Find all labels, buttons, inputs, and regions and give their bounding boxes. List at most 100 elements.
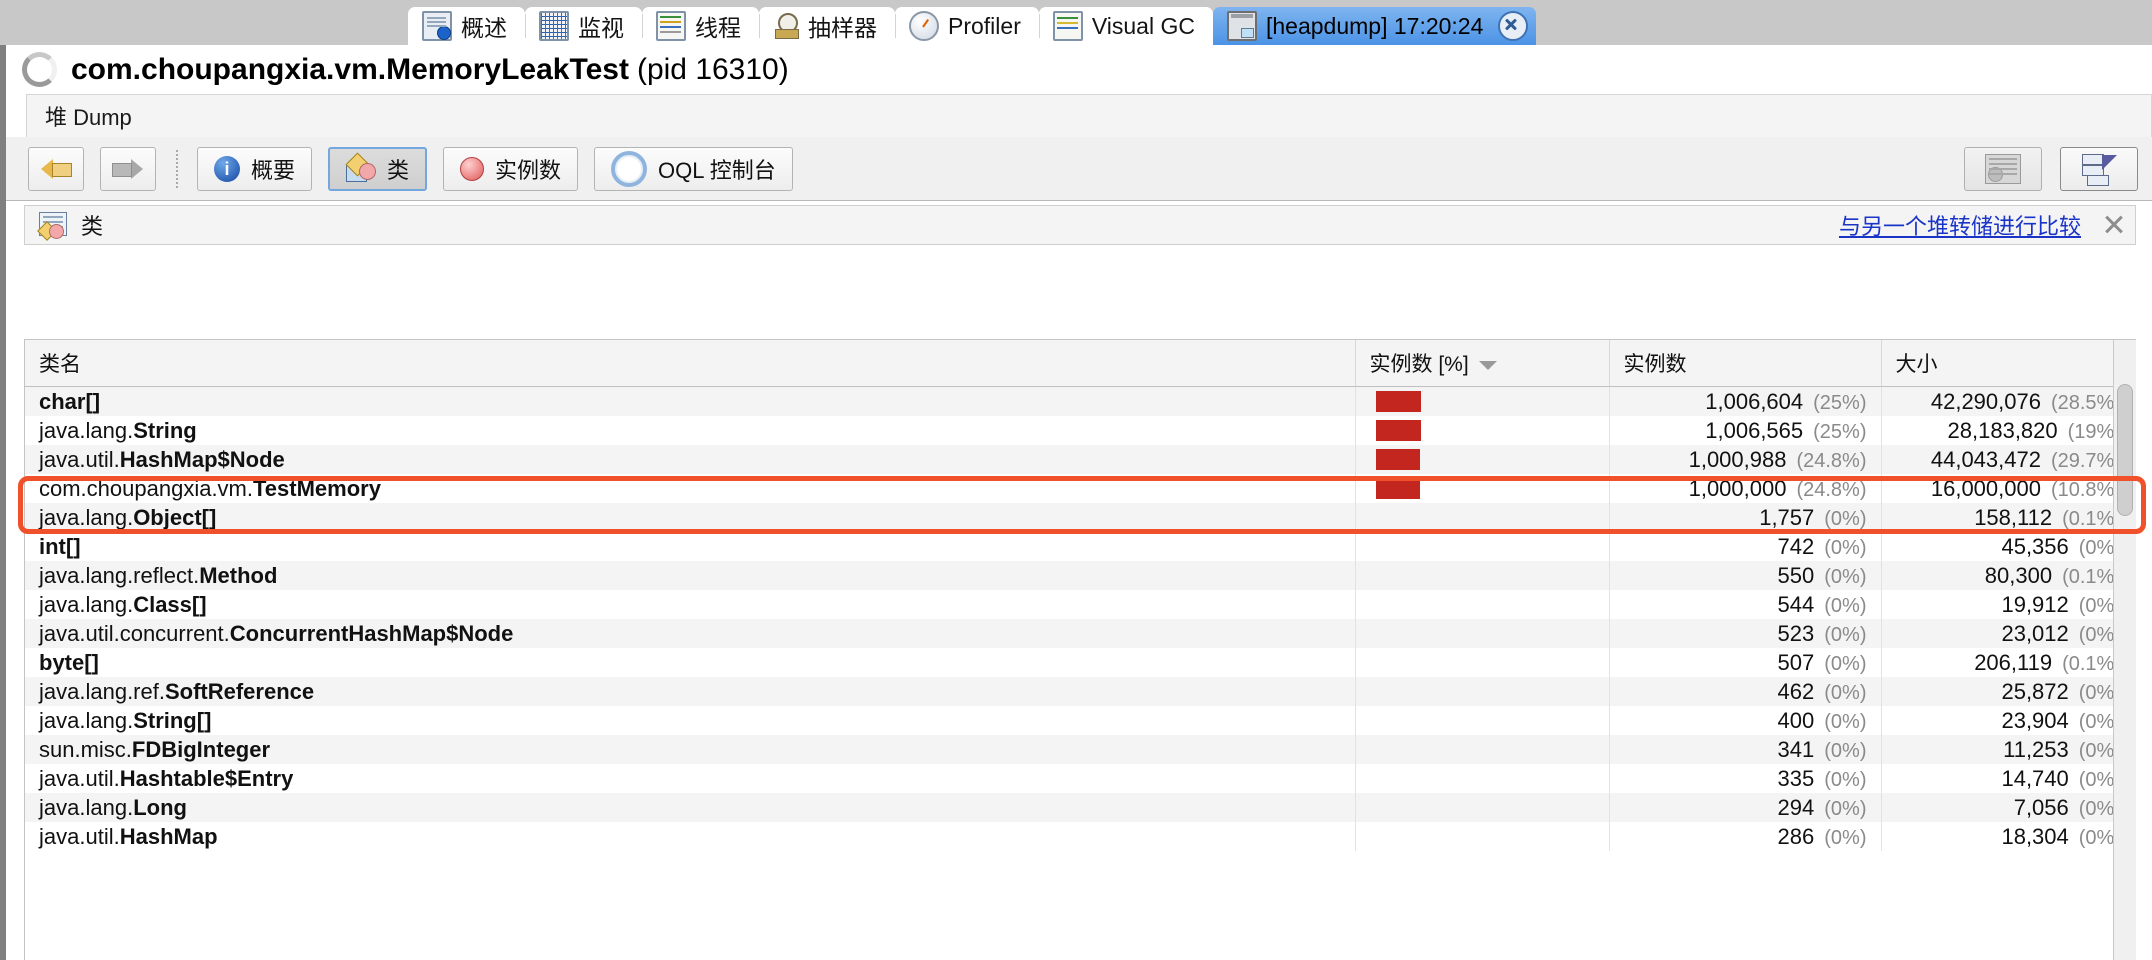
loading-spinner-icon	[22, 52, 57, 87]
table-row[interactable]: java.lang.Class[] 544 (0%) 19,912 (0%)	[25, 590, 2136, 619]
toolbar-separator	[176, 149, 179, 188]
tab-overview[interactable]: 概述	[408, 7, 525, 45]
cell-size: 44,043,472 (29.7%)	[1881, 445, 2136, 474]
tab-heapdump[interactable]: [heapdump] 17:20:24	[1212, 7, 1537, 45]
cell-instances-count: 507 (0%)	[1609, 648, 1882, 677]
back-button[interactable]	[28, 146, 84, 191]
close-icon[interactable]	[1498, 11, 1529, 41]
cell-size: 25,872 (0%)	[1881, 677, 2136, 706]
cell-class-name: java.lang.String	[25, 416, 1356, 445]
cell-instances-count: 335 (0%)	[1609, 764, 1882, 793]
summary-button-label: 概要	[251, 157, 296, 183]
column-header-class-name[interactable]: 类名	[25, 340, 1356, 387]
cell-instances-count: 1,757 (0%)	[1609, 503, 1882, 532]
classes-button-label: 类	[387, 157, 410, 183]
sort-caret-icon	[1478, 360, 1497, 370]
cell-class-name: com.choupangxia.vm.TestMemory	[25, 474, 1356, 503]
cell-instances-count: 400 (0%)	[1609, 706, 1882, 735]
cell-class-name: char[]	[25, 386, 1356, 416]
cell-instances-bar	[1355, 532, 1610, 561]
forward-button[interactable]	[100, 146, 156, 191]
table-row[interactable]: java.lang.Long 294 (0%) 7,056 (0%)	[25, 793, 2136, 822]
table-row[interactable]: com.choupangxia.vm.TestMemory 1,000,000 (2…	[25, 474, 2136, 503]
classes-icon	[345, 151, 377, 182]
classes-button[interactable]: 类	[328, 146, 428, 191]
tab-sampler[interactable]: 抽样器	[759, 7, 895, 45]
table-row[interactable]: java.util.concurrent.ConcurrentHashMap$N…	[25, 619, 2136, 648]
classes-table: 类名 实例数 [%] 实例数 大小 char[] 1,006,604 (25%) 42…	[25, 340, 2136, 851]
table-row[interactable]: java.lang.Object[] 1,757 (0%) 158,112 (0.1%)	[25, 503, 2136, 532]
subtab-heap-dump-label: 堆 Dump	[45, 105, 132, 130]
heapdump-icon	[1226, 11, 1257, 41]
export-button[interactable]	[2060, 147, 2138, 191]
summary-button[interactable]: i 概要	[197, 146, 313, 191]
cell-class-name: java.util.HashMap$Node	[25, 445, 1356, 474]
table-row[interactable]: sun.misc.FDBigInteger 341 (0%) 11,253 (0%)	[25, 735, 2136, 764]
cell-instances-count: 1,000,988 (24.8%)	[1609, 445, 1882, 474]
instances-icon	[460, 156, 485, 181]
close-view-icon[interactable]	[2103, 214, 2125, 236]
cell-class-name: byte[]	[25, 648, 1356, 677]
cell-size: 158,112 (0.1%)	[1881, 503, 2136, 532]
table-row[interactable]: java.lang.ref.SoftReference 462 (0%) 25,872…	[25, 677, 2136, 706]
column-header-instances[interactable]: 实例数	[1609, 340, 1882, 387]
tab-threads[interactable]: 线程	[642, 7, 759, 45]
table-row[interactable]: java.lang.reflect.Method 550 (0%) 80,300 (0.…	[25, 561, 2136, 590]
report-button[interactable]	[1964, 147, 2042, 191]
tab-visual-gc-label: Visual GC	[1091, 12, 1195, 39]
classes-view-icon	[37, 212, 69, 241]
tab-visual-gc[interactable]: Visual GC	[1038, 7, 1213, 45]
cell-instances-bar	[1355, 735, 1610, 764]
column-header-instances-pct[interactable]: 实例数 [%]	[1355, 340, 1610, 387]
toolbar-right-group	[1964, 147, 2138, 191]
subtab-heap-dump[interactable]: 堆 Dump	[26, 94, 2152, 137]
cell-instances-bar	[1355, 822, 1610, 851]
cell-instances-bar	[1355, 503, 1610, 532]
table-row[interactable]: java.lang.String[] 400 (0%) 23,904 (0%)	[25, 706, 2136, 735]
compare-heapdump-link[interactable]: 与另一个堆转储进行比较	[1839, 209, 2081, 241]
table-row[interactable]: char[] 1,006,604 (25%) 42,290,076 (28.5%)	[25, 386, 2136, 416]
cell-instances-bar	[1355, 474, 1610, 503]
cell-size: 18,304 (0%)	[1881, 822, 2136, 851]
table-row[interactable]: java.util.HashMap$Node 1,000,988 (24.8%) 44…	[25, 445, 2136, 474]
tab-profiler[interactable]: Profiler	[895, 7, 1039, 45]
cell-size: 19,912 (0%)	[1881, 590, 2136, 619]
cell-size: 14,740 (0%)	[1881, 764, 2136, 793]
classes-view-label: 类	[81, 214, 104, 239]
cell-size: 16,000,000 (10.8%)	[1881, 474, 2136, 503]
table-row[interactable]: java.util.HashMap 286 (0%) 18,304 (0%)	[25, 822, 2136, 851]
cell-class-name: java.util.HashMap	[25, 822, 1356, 851]
tab-monitor[interactable]: 监视	[525, 7, 642, 45]
report-icon	[1985, 154, 2021, 184]
classes-table-body: char[] 1,006,604 (25%) 42,290,076 (28.5%) jav…	[25, 386, 2136, 851]
instances-button-label: 实例数	[495, 157, 562, 183]
table-row[interactable]: java.lang.String 1,006,565 (25%) 28,183,820…	[25, 416, 2136, 445]
instances-button[interactable]: 实例数	[443, 146, 579, 191]
cell-instances-bar	[1355, 619, 1610, 648]
cell-instances-bar	[1355, 793, 1610, 822]
table-row[interactable]: byte[] 507 (0%) 206,119 (0.1%)	[25, 648, 2136, 677]
column-header-size[interactable]: 大小	[1881, 340, 2136, 387]
scrollbar-thumb[interactable]	[2117, 384, 2133, 516]
overview-icon	[422, 11, 452, 41]
page-title-main: com.choupangxia.vm.MemoryLeakTest	[71, 52, 629, 86]
cell-instances-count: 550 (0%)	[1609, 561, 1882, 590]
export-icon	[2082, 154, 2117, 186]
tab-profiler-label: Profiler	[948, 12, 1021, 39]
arrow-right-icon	[112, 156, 143, 182]
cell-class-name: java.lang.Long	[25, 793, 1356, 822]
cell-class-name: java.lang.String[]	[25, 706, 1356, 735]
cell-size: 42,290,076 (28.5%)	[1881, 386, 2136, 416]
cell-instances-bar	[1355, 764, 1610, 793]
vertical-scrollbar[interactable]	[2113, 340, 2136, 960]
cell-class-name: java.lang.reflect.Method	[25, 561, 1356, 590]
visual-gc-icon	[1052, 11, 1083, 41]
cell-class-name: java.util.Hashtable$Entry	[25, 764, 1356, 793]
cell-instances-count: 1,000,000 (24.8%)	[1609, 474, 1882, 503]
cell-class-name: java.lang.ref.SoftReference	[25, 677, 1356, 706]
oql-console-button[interactable]: OQL 控制台	[594, 146, 793, 191]
table-row[interactable]: java.util.Hashtable$Entry 335 (0%) 14,740 (0…	[25, 764, 2136, 793]
tab-overview-label: 概述	[461, 15, 507, 41]
monitor-icon	[539, 11, 569, 41]
table-row[interactable]: int[] 742 (0%) 45,356 (0%)	[25, 532, 2136, 561]
